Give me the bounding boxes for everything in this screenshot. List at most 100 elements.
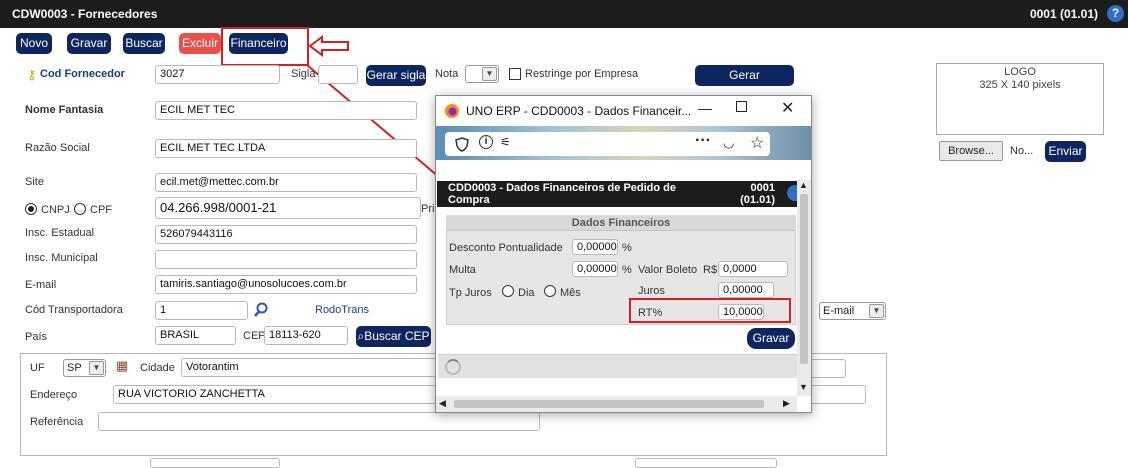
referencia-label: Referência	[30, 416, 84, 428]
cpf-radio[interactable]	[74, 203, 86, 215]
nota-label: Nota	[435, 68, 459, 80]
mes-label: Mês	[560, 287, 581, 299]
nota-select[interactable]: ▼	[465, 65, 499, 83]
shield-icon	[455, 137, 469, 152]
cnpj-input[interactable]: 04.266.998/0001-21	[155, 197, 421, 219]
site-label: Site	[25, 176, 44, 188]
insc-estadual-input[interactable]: 526079443116	[155, 225, 417, 244]
popup-gravar-button[interactable]: Gravar	[747, 328, 795, 349]
pocket-icon[interactable]: ◡	[723, 135, 734, 151]
desconto-input[interactable]: 0,00000	[572, 239, 618, 255]
razao-social-input[interactable]: ECIL MET TEC LTDA	[155, 139, 417, 158]
insc-estadual-label: Insc. Estadual	[25, 227, 95, 239]
scroll-left-icon[interactable]: ◀	[439, 398, 446, 409]
referencia-input[interactable]	[98, 412, 540, 431]
key-icon: ⚷	[27, 67, 37, 82]
popup-header-bar: CDD0003 - Dados Financeiros de Pedido de…	[437, 181, 797, 207]
cod-transportadora-input[interactable]: 1	[155, 301, 248, 320]
mes-radio[interactable]	[544, 285, 556, 297]
multa-input[interactable]: 0,00000	[572, 261, 618, 277]
sigla-input[interactable]	[318, 65, 358, 84]
cutoff-input-right[interactable]	[635, 458, 777, 468]
flag-icon: ▦	[116, 358, 129, 373]
valor-boleto-input[interactable]: 0,0000	[718, 261, 788, 277]
loading-spinner-icon	[445, 359, 461, 375]
enviar-button[interactable]: Enviar	[1045, 141, 1086, 162]
popup-horizontal-scrollbar[interactable]: ◀ ▶	[436, 396, 797, 412]
logo-placeholder: LOGO 325 X 140 pixels	[936, 63, 1104, 135]
nome-fantasia-label: Nome Fantasia	[25, 104, 104, 116]
insc-municipal-label: Insc. Municipal	[25, 252, 98, 264]
restringe-checkbox[interactable]	[509, 68, 521, 80]
email-label: E-mail	[25, 279, 57, 291]
tp-juros-label: Tp Juros	[449, 287, 492, 299]
popup-window-title: UNO ERP - CDD0003 - Dados Financeir...	[466, 104, 692, 118]
cod-fornecedor-label: Cod Fornecedor	[40, 68, 125, 80]
juros-input[interactable]: 0,00000	[718, 282, 774, 298]
site-input[interactable]: ecil.met@mettec.com.br	[155, 173, 417, 192]
dados-financeiros-title: Dados Financeiros	[446, 215, 796, 231]
browse-button[interactable]: Browse...	[939, 141, 1003, 161]
juros-label: Juros	[638, 285, 665, 297]
multa-label: Multa	[449, 264, 476, 276]
hidden-field-right-1[interactable]	[810, 359, 846, 378]
more-icon[interactable]: ···	[695, 132, 711, 150]
logo-title: LOGO	[1004, 66, 1036, 78]
cutoff-select-left[interactable]	[150, 458, 280, 468]
nome-fantasia-input[interactable]: ECIL MET TEC	[155, 101, 417, 120]
bookmark-star-icon[interactable]: ☆	[750, 133, 764, 153]
valor-boleto-label: Valor Boleto	[638, 264, 698, 276]
popup-header-title: CDD0003 - Dados Financeiros de Pedido de…	[448, 182, 677, 206]
desconto-pct: %	[622, 242, 632, 254]
scroll-right-icon[interactable]: ▶	[783, 398, 790, 409]
permissions-icon[interactable]: ⚟	[500, 135, 511, 149]
restringe-label: Restringe por Empresa	[525, 68, 639, 80]
popup-vertical-scrollbar[interactable]: ▲ ▼	[797, 180, 811, 396]
insc-municipal-input[interactable]	[155, 250, 417, 269]
contact-type-select[interactable]: E-mail ▼	[819, 302, 886, 320]
close-icon[interactable]: ✕	[781, 98, 794, 118]
email-input[interactable]: tamiris.santiago@unosolucoes.com.br	[155, 275, 417, 294]
minimize-icon[interactable]: —	[698, 100, 712, 116]
cep-input[interactable]: 18113-620	[264, 326, 348, 345]
sigla-label: Sigla	[291, 68, 316, 80]
transportadora-name[interactable]: RodoTrans	[315, 304, 369, 316]
firefox-icon	[445, 104, 459, 118]
gerar-sigla-button[interactable]: Gerar sigla	[366, 65, 426, 86]
popup-header-version: 0001 (01.01)	[740, 182, 775, 206]
popup-status-strip	[438, 354, 797, 378]
multa-pct: %	[622, 264, 632, 276]
maximize-icon[interactable]	[736, 101, 747, 112]
cod-fornecedor-input[interactable]: 3027	[155, 65, 280, 84]
pri-fragment: Pri	[421, 203, 435, 215]
no-file-label: No...	[1010, 145, 1034, 157]
cnpj-radio[interactable]	[25, 203, 37, 215]
cidade-input[interactable]: Votorantim	[181, 358, 437, 377]
pais-input[interactable]: BRASIL	[155, 326, 236, 345]
gerar-colaborador-button[interactable]: Gerar Colaborador	[695, 65, 794, 102]
cpf-label: CPF	[90, 204, 112, 216]
financeiro-popup-window: UNO ERP - CDD0003 - Dados Financeir... —…	[435, 95, 812, 413]
contact-type-value: E-mail	[823, 305, 855, 317]
chevron-down-icon: ▼	[482, 67, 497, 81]
scroll-up-icon[interactable]: ▲	[799, 180, 808, 190]
info-icon[interactable]: i	[479, 135, 493, 149]
cidade-label: Cidade	[140, 362, 175, 374]
hidden-field-right-2[interactable]	[810, 385, 866, 404]
dia-radio[interactable]	[502, 285, 514, 297]
scroll-down-icon[interactable]: ▼	[799, 382, 808, 392]
hscroll-thumb[interactable]	[454, 400, 764, 408]
logo-size: 325 X 140 pixels	[979, 79, 1061, 91]
buscar-cep-button[interactable]: ⌕Buscar CEP	[356, 326, 431, 347]
uf-select[interactable]: SP ▼	[63, 359, 106, 377]
currency-label: R$	[703, 264, 718, 276]
razao-social-label: Razão Social	[25, 142, 90, 154]
pais-label: País	[25, 331, 48, 343]
endereco-input[interactable]: RUA VICTORIO ZANCHETTA	[113, 385, 439, 404]
dia-label: Dia	[518, 287, 535, 299]
search-icon[interactable]	[253, 302, 269, 318]
popup-url-field[interactable]: i ⚟ ··· ◡ ☆	[445, 132, 770, 156]
buscar-cep-label: Buscar CEP	[364, 329, 430, 343]
scroll-thumb[interactable]	[800, 194, 808, 364]
cod-transportadora-label: Cód Transportadora	[25, 304, 123, 316]
